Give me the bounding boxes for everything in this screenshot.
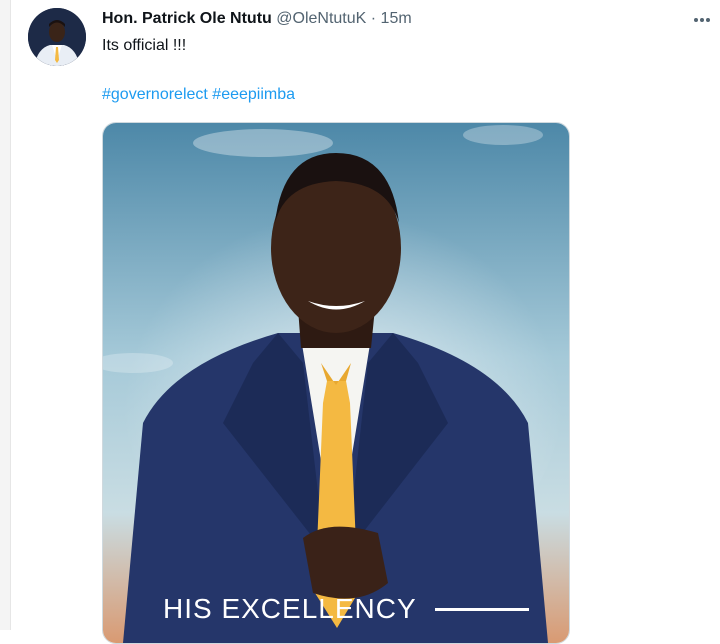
author-name[interactable]: Hon. Patrick Ole Ntutu — [102, 10, 272, 27]
tweet-text: Its official !!! — [102, 37, 187, 54]
tweet-timestamp[interactable]: 15m — [381, 10, 412, 27]
hashtag-link[interactable]: #eeepiimba — [212, 86, 295, 103]
tweet-hashtags: #governorelect #eeepiimba — [102, 86, 295, 104]
avatar[interactable] — [28, 8, 86, 66]
author-handle[interactable]: @OleNtutuK — [276, 10, 366, 27]
tweet-media-image[interactable]: HIS EXCELLENCY — [102, 122, 570, 644]
tweet-header: Hon. Patrick Ole Ntutu @OleNtutuK · 15m — [102, 10, 412, 28]
more-options-button[interactable] — [690, 8, 714, 32]
hashtag-link[interactable]: #governorelect — [102, 86, 208, 103]
caption-divider — [435, 608, 529, 611]
separator-dot: · — [370, 10, 377, 27]
media-caption: HIS EXCELLENCY — [163, 593, 417, 624]
tweet[interactable]: Hon. Patrick Ole Ntutu @OleNtutuK · 15m … — [10, 0, 720, 644]
more-horizontal-icon — [694, 18, 710, 22]
